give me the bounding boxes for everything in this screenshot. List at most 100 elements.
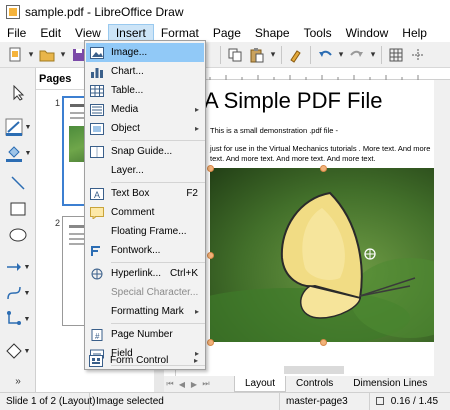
document-text-line-3: text. And more text. And more text. And …	[210, 154, 376, 163]
document-text-line-2: just for use in the Virtual Mechanics tu…	[210, 144, 431, 153]
slide-indicator: Slide 1 of 2 (Layout)	[0, 392, 96, 410]
tab-controls[interactable]: Controls	[286, 376, 343, 392]
menu-item-snap-guide[interactable]: Snap Guide...	[86, 142, 204, 161]
redo-dropdown-icon[interactable]: ▾	[368, 45, 378, 65]
redo-icon[interactable]	[346, 45, 368, 65]
new-document-icon[interactable]	[4, 45, 26, 65]
resize-handle-left[interactable]	[207, 252, 214, 259]
resize-handle-top-left[interactable]	[207, 165, 214, 172]
menu-page[interactable]: Page	[206, 24, 248, 42]
menu-edit[interactable]: Edit	[33, 24, 68, 42]
resize-handle-bottom[interactable]	[320, 339, 327, 346]
menu-item-label: Layer...	[111, 165, 144, 176]
menu-item-media[interactable]: Media ▸	[86, 100, 204, 119]
tab-layout[interactable]: Layout	[234, 376, 287, 392]
rectangle-tool[interactable]	[4, 198, 32, 220]
submenu-arrow-icon: ▸	[194, 307, 199, 316]
menu-item-special-character[interactable]: Special Character...	[86, 283, 204, 302]
grid-icon[interactable]	[385, 45, 407, 65]
clone-formatting-icon[interactable]	[285, 45, 307, 65]
menu-item-fontwork[interactable]: Fontwork...	[86, 241, 204, 260]
coordinates-icon	[376, 396, 384, 405]
menu-shape[interactable]: Shape	[248, 24, 297, 42]
menu-tools[interactable]: Tools	[297, 24, 339, 42]
menu-item-label: Object	[111, 123, 140, 134]
prev-tab-icon[interactable]: ◀	[176, 380, 188, 389]
status-bar: Slide 1 of 2 (Layout) Image selected mas…	[0, 392, 450, 410]
toolbar-separator	[310, 45, 311, 64]
helplines-icon[interactable]	[407, 45, 429, 65]
draw-app-icon	[6, 5, 20, 19]
menu-item-image[interactable]: Image...	[86, 43, 204, 62]
menu-item-floating-frame[interactable]: Floating Frame...	[86, 222, 204, 241]
select-tool[interactable]	[4, 82, 32, 104]
next-tab-icon[interactable]: ▶	[188, 380, 200, 389]
copy-icon[interactable]	[224, 45, 246, 65]
menu-item-formatting-mark[interactable]: Formatting Mark ▸	[86, 302, 204, 321]
menu-item-table[interactable]: Table...	[86, 81, 204, 100]
canvas-horizontal-scrollbar-thumb[interactable]	[284, 366, 344, 374]
menu-item-chart[interactable]: Chart...	[86, 62, 204, 81]
hyperlink-icon	[89, 266, 105, 282]
last-tab-icon[interactable]: ⏭	[200, 379, 212, 389]
menu-item-text-box[interactable]: A Text Box F2	[86, 184, 204, 203]
menu-item-page-number[interactable]: # Page Number	[86, 325, 204, 344]
curves-tool[interactable]: ▼	[4, 282, 32, 304]
page-number-icon: #	[89, 327, 105, 343]
chevron-down-icon[interactable]: ▼	[24, 264, 31, 271]
menu-item-label: Image...	[111, 47, 148, 58]
chevron-down-icon[interactable]: ▼	[24, 316, 31, 323]
menu-item-layer[interactable]: Layer...	[86, 161, 204, 180]
canvas-vertical-scrollbar[interactable]	[434, 80, 450, 376]
paste-dropdown-icon[interactable]: ▾	[268, 45, 278, 65]
double-chevron-icon: »	[15, 375, 21, 387]
menu-item-form-control[interactable]: Form Control ▸	[85, 351, 203, 370]
chevron-down-icon[interactable]: ▼	[24, 290, 31, 297]
ellipse-tool[interactable]	[4, 224, 32, 246]
resize-handle-bottom-left[interactable]	[207, 339, 214, 346]
menu-item-label: Formatting Mark	[111, 306, 184, 317]
chevron-down-icon[interactable]: ▼	[25, 124, 32, 131]
butterfly-image[interactable]	[210, 168, 442, 342]
drawing-canvas[interactable]: A Simple PDF File This is a small demons…	[164, 68, 450, 376]
menu-item-object[interactable]: Object ▸	[86, 119, 204, 138]
menu-item-hyperlink[interactable]: Hyperlink... Ctrl+K	[86, 264, 204, 283]
chevron-down-icon[interactable]: ▼	[25, 150, 32, 157]
undo-dropdown-icon[interactable]: ▾	[336, 45, 346, 65]
basic-shapes-tool[interactable]: ▼	[4, 340, 32, 362]
standard-toolbar: ▾ ▾ ▾ ▾ ▾	[0, 42, 450, 68]
menu-item-shortcut: Ctrl+K	[169, 268, 198, 279]
page-number-label: 2	[55, 218, 61, 228]
menu-file[interactable]: File	[0, 24, 33, 42]
resize-handle-top[interactable]	[320, 165, 327, 172]
new-document-dropdown-icon[interactable]: ▾	[26, 45, 36, 65]
menu-window[interactable]: Window	[339, 24, 396, 42]
open-dropdown-icon[interactable]: ▾	[58, 45, 68, 65]
submenu-arrow-icon: ▸	[194, 105, 199, 114]
menu-item-shortcut: F2	[186, 188, 198, 199]
chevron-down-icon[interactable]: ▼	[24, 348, 31, 355]
menu-item-label: Media	[111, 104, 139, 115]
fill-color-tool[interactable]: ▼	[4, 142, 32, 164]
submenu-arrow-icon: ▸	[194, 124, 199, 133]
paste-icon[interactable]	[246, 45, 268, 65]
first-tab-icon[interactable]: ⏮	[164, 379, 176, 389]
menu-bar: File Edit View Insert Format Page Shape …	[0, 24, 450, 42]
open-folder-icon[interactable]	[36, 45, 58, 65]
menu-item-label: Hyperlink...	[111, 268, 162, 279]
menu-item-label: Form Control	[110, 355, 169, 366]
chart-icon	[89, 64, 105, 80]
undo-icon[interactable]	[314, 45, 336, 65]
window-title: sample.pdf - LibreOffice Draw	[25, 5, 184, 19]
submenu-arrow-icon: ▸	[193, 356, 198, 365]
table-icon	[89, 83, 105, 99]
lines-arrows-tool[interactable]: ▼	[4, 256, 32, 278]
line-color-tool[interactable]: ▼	[4, 116, 32, 138]
svg-text:#: #	[95, 332, 100, 341]
connectors-tool[interactable]: ▼	[4, 308, 32, 330]
line-tool[interactable]	[4, 172, 32, 194]
menu-item-comment[interactable]: Comment	[86, 203, 204, 222]
tab-dimension-lines[interactable]: Dimension Lines	[343, 376, 437, 392]
menu-help[interactable]: Help	[395, 24, 434, 42]
more-tools[interactable]: »	[4, 370, 32, 392]
